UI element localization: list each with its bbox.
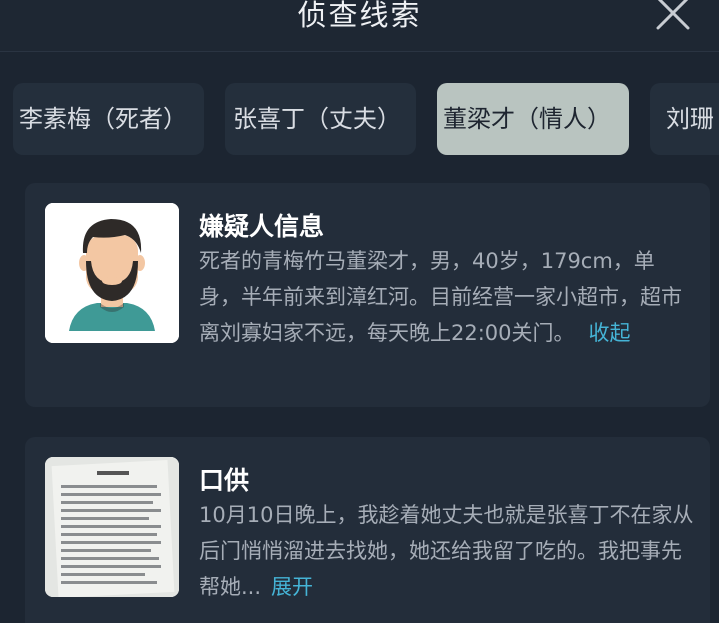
suspect-info-card: 嫌疑人信息 死者的青梅竹马董梁才，男，40岁，179cm，单身，半年前来到漳红河… [25, 183, 710, 407]
collapse-link[interactable]: 收起 [589, 321, 631, 345]
tab-liu-shan[interactable]: 刘珊 [650, 83, 719, 155]
statement-document-thumbnail [45, 457, 179, 597]
header: 侦查线索 [0, 0, 719, 52]
document-photo-icon [45, 457, 179, 597]
card-title: 嫌疑人信息 [199, 212, 325, 241]
card-body: 10月10日晚上，我趁着她丈夫也就是张喜丁不在家从后门悄悄溜进去找她，她还给我留… [199, 497, 694, 605]
statement-card: 口供 10月10日晚上，我趁着她丈夫也就是张喜丁不在家从后门悄悄溜进去找她，她还… [25, 437, 710, 623]
card-title: 口供 [199, 466, 250, 495]
card-body: 死者的青梅竹马董梁才，男，40岁，179cm，单身，半年前来到漳红河。目前经营一… [199, 243, 694, 351]
tab-lover[interactable]: 董梁才（情人） [437, 83, 629, 155]
page-title: 侦查线索 [297, 0, 422, 32]
tab-victim[interactable]: 李素梅（死者） [13, 83, 204, 155]
suspect-tabs: 李素梅（死者） 张喜丁（丈夫） 董梁才（情人） 刘珊 [0, 83, 719, 155]
tab-husband[interactable]: 张喜丁（丈夫） [225, 83, 416, 155]
clue-panel: 侦查线索 李素梅（死者） 张喜丁（丈夫） 董梁才（情人） 刘珊 嫌疑人信息 死者… [0, 0, 719, 623]
avatar-portrait-icon [45, 203, 179, 343]
suspect-avatar [45, 203, 179, 343]
close-icon [656, 0, 690, 30]
expand-link[interactable]: 展开 [271, 575, 313, 599]
close-button[interactable] [654, 0, 692, 32]
